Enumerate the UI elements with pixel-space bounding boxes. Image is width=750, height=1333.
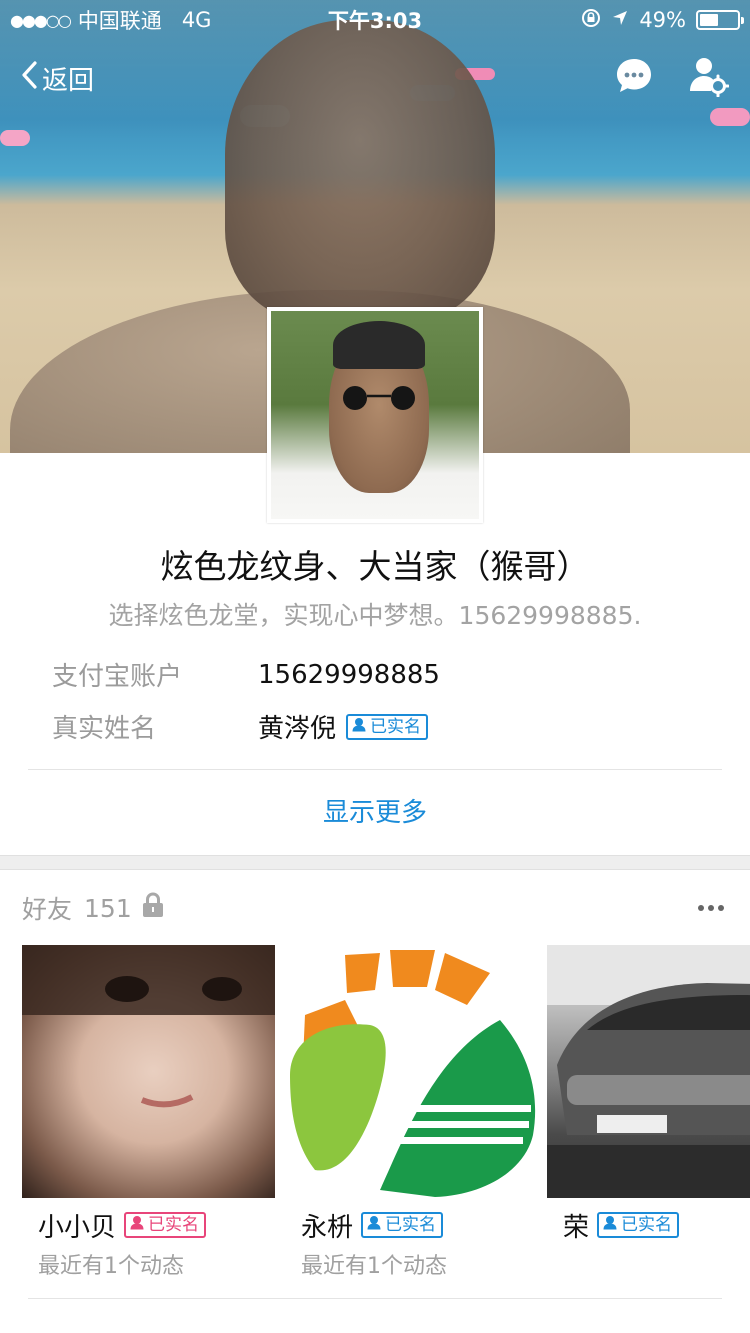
status-bar: ●●●○○ 中国联通 4G 下午3:03 49% xyxy=(0,0,750,40)
battery-level xyxy=(700,14,718,26)
verified-badge: 已实名 xyxy=(346,713,429,740)
profile-avatar[interactable] xyxy=(267,307,483,523)
friends-title: 好友 xyxy=(22,895,73,924)
dot xyxy=(708,905,714,911)
verified-person-icon xyxy=(366,1214,382,1236)
alipay-account-label: 支付宝账户 xyxy=(52,662,183,692)
verified-person-icon xyxy=(129,1214,145,1236)
real-name-value-group: 黄涔倪 已实名 xyxy=(258,708,429,745)
signal-strength: ●●●○○ xyxy=(10,10,72,30)
nav-bar: 返回 xyxy=(0,48,750,108)
friend-name: 荣 xyxy=(563,1212,590,1243)
friend-name: 小小贝 xyxy=(38,1212,117,1243)
battery-percent: 49% xyxy=(639,8,686,32)
verified-badge: 已实名 xyxy=(597,1212,680,1238)
profile-name: 炫色龙纹身、大当家（猴哥） xyxy=(160,547,590,586)
verified-badge-label: 已实名 xyxy=(148,1215,200,1235)
divider xyxy=(28,1298,722,1299)
section-separator xyxy=(0,855,750,870)
rotation-lock-icon xyxy=(581,8,601,33)
verified-person-icon xyxy=(602,1214,618,1236)
avatar-photo xyxy=(271,311,479,519)
chat-bubble-icon xyxy=(614,56,654,100)
verified-badge: 已实名 xyxy=(361,1212,444,1238)
verified-badge-label: 已实名 xyxy=(385,1215,437,1235)
friends-count: 151 xyxy=(84,893,132,923)
friend-avatar xyxy=(285,945,538,1198)
user-settings-icon xyxy=(687,55,730,101)
friend-card[interactable]: 永枡 已实名 最近有1个动态 xyxy=(285,945,538,1280)
back-label: 返回 xyxy=(42,65,95,96)
real-name-label: 真实姓名 xyxy=(52,714,157,744)
dot xyxy=(698,905,704,911)
profile-signature: 选择炫色龙堂，实现心中梦想。15629998885. xyxy=(108,601,642,630)
sunglasses-icon xyxy=(335,385,423,411)
avatar-hair xyxy=(333,321,425,369)
friend-avatar xyxy=(22,945,275,1198)
verified-badge: 已实名 xyxy=(124,1212,207,1238)
pool-float xyxy=(0,130,30,146)
profile-settings-button[interactable] xyxy=(686,56,730,100)
friend-name: 永枡 xyxy=(301,1212,354,1243)
divider xyxy=(28,769,722,770)
show-more-link[interactable]: 显示更多 xyxy=(0,790,750,836)
friend-avatar xyxy=(547,945,750,1198)
friend-status: 最近有1个动态 xyxy=(38,1254,184,1279)
pool-float xyxy=(710,108,750,126)
car-icon xyxy=(547,945,750,1198)
alipay-account-value: 15629998885 xyxy=(258,659,440,690)
friend-status: 最近有1个动态 xyxy=(301,1254,447,1279)
lock-icon xyxy=(142,892,164,924)
friend-card[interactable]: 荣 已实名 xyxy=(547,945,750,1248)
friend-card[interactable]: 小小贝 已实名 最近有1个动态 xyxy=(22,945,275,1280)
real-name-row: 真实姓名 黄涔倪 已实名 xyxy=(52,708,702,745)
carrier-name: 中国联通 xyxy=(77,9,162,33)
alipay-account-row: 支付宝账户 15629998885 xyxy=(52,656,702,693)
verified-badge-label: 已实名 xyxy=(621,1215,673,1235)
battery-icon xyxy=(696,10,744,30)
friends-more-button[interactable] xyxy=(694,888,728,928)
verified-badge-label: 已实名 xyxy=(370,716,422,737)
verified-person-icon xyxy=(351,716,367,738)
chat-button[interactable] xyxy=(612,56,656,100)
location-icon xyxy=(611,8,629,32)
dot xyxy=(718,905,724,911)
friends-header: 好友 151 xyxy=(22,888,728,928)
chevron-left-icon xyxy=(20,60,38,97)
network-type: 4G xyxy=(181,8,212,32)
logo-icon xyxy=(290,950,536,1197)
real-name-value: 黄涔倪 xyxy=(258,714,337,744)
back-button[interactable]: 返回 xyxy=(20,60,94,97)
